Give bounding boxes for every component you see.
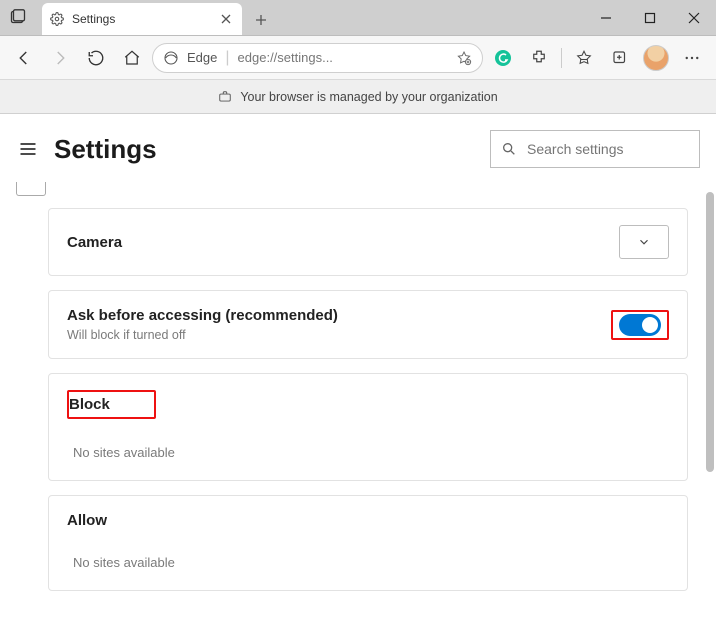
allow-list-empty: No sites available: [49, 539, 687, 590]
window-controls: [584, 0, 716, 36]
block-list-empty: No sites available: [49, 429, 687, 480]
favorite-this-page-button[interactable]: [456, 50, 472, 66]
search-icon: [501, 141, 517, 157]
camera-section-card: Camera: [48, 208, 688, 276]
tab-overview-button[interactable]: [0, 0, 36, 35]
chevron-down-icon: [637, 235, 651, 249]
extensions-button[interactable]: [523, 42, 555, 74]
collections-button[interactable]: [604, 42, 636, 74]
browser-toolbar: Edge | edge://settings...: [0, 36, 716, 80]
allow-list-title: Allow: [49, 496, 687, 539]
toggle-knob: [642, 317, 658, 333]
address-separator: |: [225, 49, 229, 67]
maximize-button[interactable]: [628, 0, 672, 36]
address-bar[interactable]: Edge | edge://settings...: [152, 43, 483, 73]
allow-list-card: Allow No sites available: [48, 495, 688, 591]
settings-content-region: Camera Ask before accessing (recommended…: [0, 182, 704, 621]
toolbar-divider: [561, 48, 562, 68]
more-menu-button[interactable]: [676, 42, 708, 74]
address-browser-label: Edge: [187, 50, 217, 65]
managed-banner-text: Your browser is managed by your organiza…: [240, 90, 497, 104]
ask-before-accessing-toggle[interactable]: [619, 314, 661, 336]
ask-before-accessing-subtitle: Will block if turned off: [67, 328, 338, 342]
settings-menu-button[interactable]: [16, 137, 40, 161]
window-titlebar: Settings: [0, 0, 716, 36]
back-button[interactable]: [8, 42, 40, 74]
briefcase-icon: [218, 90, 232, 104]
address-url: edge://settings...: [238, 50, 333, 65]
edge-icon: [163, 50, 179, 66]
block-list-title: Block: [69, 396, 110, 413]
highlight-toggle: [611, 310, 669, 340]
profile-avatar[interactable]: [640, 42, 672, 74]
scrollbar-thumb[interactable]: [706, 192, 714, 472]
block-list-card: Block No sites available: [48, 373, 688, 481]
highlight-block-title: Block: [67, 390, 156, 419]
close-tab-button[interactable]: [218, 11, 234, 27]
extension-grammarly-icon[interactable]: [487, 42, 519, 74]
tab-title: Settings: [72, 12, 210, 26]
minimize-button[interactable]: [584, 0, 628, 36]
home-button[interactable]: [116, 42, 148, 74]
refresh-button[interactable]: [80, 42, 112, 74]
favorites-button[interactable]: [568, 42, 600, 74]
settings-scroll-region[interactable]: Camera Ask before accessing (recommended…: [8, 182, 696, 621]
active-tab[interactable]: Settings: [42, 3, 242, 35]
camera-title: Camera: [67, 234, 122, 251]
settings-search-input[interactable]: [527, 141, 689, 157]
gear-icon: [50, 12, 64, 26]
ask-before-accessing-title: Ask before accessing (recommended): [67, 307, 338, 324]
previous-section-remnant: [16, 182, 46, 196]
settings-header: Settings: [0, 114, 716, 182]
forward-button[interactable]: [44, 42, 76, 74]
page-title: Settings: [54, 134, 476, 165]
managed-banner: Your browser is managed by your organiza…: [0, 80, 716, 114]
settings-search[interactable]: [490, 130, 700, 168]
camera-expand-button[interactable]: [619, 225, 669, 259]
new-tab-button[interactable]: [246, 5, 276, 35]
close-window-button[interactable]: [672, 0, 716, 36]
ask-before-accessing-card: Ask before accessing (recommended) Will …: [48, 290, 688, 359]
